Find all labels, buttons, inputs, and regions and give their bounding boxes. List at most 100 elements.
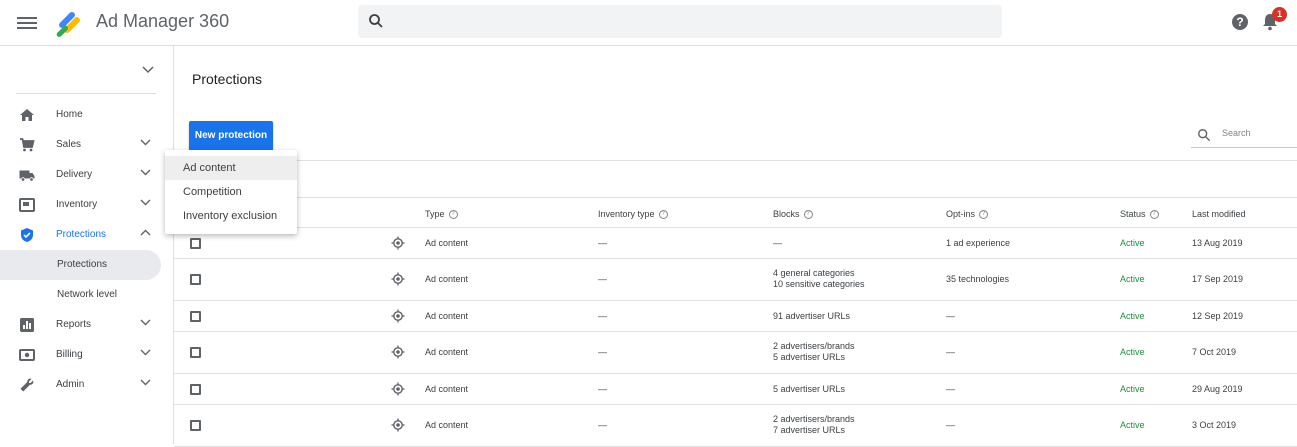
protections-table: Type? Inventory type? Blocks? Opt-ins? S… <box>174 197 1297 447</box>
help-icon[interactable]: ? <box>1232 14 1248 30</box>
target-icon <box>391 382 405 396</box>
sidebar-item-admin[interactable]: Admin <box>0 370 174 400</box>
sidebar-item-label: Admin <box>56 379 85 390</box>
status-cell: Active <box>1120 311 1145 321</box>
opt-ins-cell: — <box>946 420 955 430</box>
row-checkbox[interactable] <box>190 347 201 358</box>
target-icon <box>391 272 405 286</box>
row-checkbox[interactable] <box>190 420 201 431</box>
column-header-type[interactable]: Type? <box>425 209 458 219</box>
sidebar-item-label: Protections <box>56 229 107 240</box>
opt-ins-cell: 35 technologies <box>946 274 1010 284</box>
opt-ins-cell: — <box>946 384 955 394</box>
target-icon <box>391 236 405 250</box>
home-icon <box>20 109 34 121</box>
notification-badge: 1 <box>1272 7 1287 22</box>
help-icon[interactable]: ? <box>979 209 989 219</box>
blocks-line: 4 general categories <box>773 268 855 278</box>
table-row[interactable]: Ad content — 4 general categories 10 sensit… <box>174 259 1297 301</box>
sidebar-item-home[interactable]: Home <box>0 100 174 130</box>
blocks-line: 5 advertiser URLs <box>773 384 846 394</box>
last-modified-cell: 12 Sep 2019 <box>1192 311 1244 321</box>
sidebar-item-sales[interactable]: Sales <box>0 130 174 160</box>
column-header-opt-ins[interactable]: Opt-ins? <box>946 209 989 219</box>
status-cell: Active <box>1120 274 1145 284</box>
column-label: Blocks <box>773 209 800 219</box>
blocks-line: 10 sensitive categories <box>773 279 865 289</box>
blocks-cell: 91 advertiser URLs <box>773 311 850 322</box>
sidebar-item-label: Sales <box>56 139 82 150</box>
sidebar-item-protections[interactable]: Protections <box>0 220 174 250</box>
table-row[interactable]: Ad content — 2 advertisers/brands 7 adverti… <box>174 405 1297 447</box>
last-modified-cell: 29 Aug 2019 <box>1192 384 1243 394</box>
chevron-down-icon <box>140 349 151 356</box>
cart-icon <box>20 138 35 152</box>
row-checkbox[interactable] <box>190 384 201 395</box>
help-icon[interactable]: ? <box>658 209 668 219</box>
opt-ins-cell: 1 ad experience <box>946 238 1011 248</box>
sidebar-subitem-protections[interactable]: Protections <box>0 250 161 280</box>
sidebar-item-delivery[interactable]: Delivery <box>0 160 174 190</box>
new-protection-menu: Ad content Competition Inventory exclusi… <box>165 150 297 234</box>
menu-item-inventory-exclusion[interactable]: Inventory exclusion <box>165 204 297 228</box>
help-icon[interactable]: ? <box>803 209 813 219</box>
last-modified-cell: 3 Oct 2019 <box>1192 420 1237 430</box>
sidebar-nav: Home Sales Delivery Inventory Protection… <box>0 100 174 400</box>
menu-item-ad-content[interactable]: Ad content <box>165 156 297 180</box>
opt-ins-cell: — <box>946 311 955 321</box>
last-modified-cell: 17 Sep 2019 <box>1192 274 1244 284</box>
billing-icon <box>19 349 35 361</box>
sidebar-item-billing[interactable]: Billing <box>0 340 174 370</box>
table-row[interactable]: Ad content — 2 advertisers/brands 5 adverti… <box>174 332 1297 374</box>
row-checkbox[interactable] <box>190 311 201 322</box>
sidebar-item-inventory[interactable]: Inventory <box>0 190 174 220</box>
help-icon[interactable]: ? <box>1149 209 1159 219</box>
column-label: Inventory type <box>598 209 655 219</box>
network-selector[interactable] <box>16 56 156 94</box>
inventory-type-cell: — <box>598 238 607 248</box>
table-row[interactable]: Ad content — — 1 ad experience Active 13 Aug … <box>174 228 1297 259</box>
target-icon <box>391 345 405 359</box>
truck-icon <box>19 170 35 182</box>
blocks-cell: 4 general categories 10 sensitive categor… <box>773 268 865 290</box>
column-label: Status <box>1120 209 1146 219</box>
sidebar-item-reports[interactable]: Reports <box>0 310 174 340</box>
row-checkbox[interactable] <box>190 274 201 285</box>
help-icon[interactable]: ? <box>448 209 458 219</box>
sidebar-item-label: Billing <box>56 349 83 360</box>
table-row[interactable]: Ad content — 91 advertiser URLs — Active 12 S… <box>174 301 1297 332</box>
column-header-inventory-type[interactable]: Inventory type? <box>598 209 668 219</box>
sidebar-item-label: Delivery <box>56 169 93 180</box>
sidebar-subitem-network-level[interactable]: Network level <box>0 280 174 310</box>
blocks-cell: — <box>773 238 782 249</box>
sidebar-subitem-label: Protections <box>57 259 108 270</box>
blocks-line: — <box>773 238 782 248</box>
type-cell: Ad content <box>425 311 469 321</box>
table-search-input[interactable] <box>1222 128 1292 138</box>
search-icon <box>1198 129 1211 142</box>
status-cell: Active <box>1120 347 1145 357</box>
opt-ins-cell: — <box>946 347 955 357</box>
chevron-down-icon <box>140 199 151 206</box>
status-cell: Active <box>1120 238 1145 248</box>
menu-icon[interactable] <box>17 14 37 32</box>
type-cell: Ad content <box>425 238 469 248</box>
new-protection-button[interactable]: New protection <box>189 121 273 151</box>
table-search[interactable] <box>1191 122 1297 148</box>
menu-item-competition[interactable]: Competition <box>165 180 297 204</box>
table-row[interactable]: Ad content — 5 advertiser URLs — Active 29 Au… <box>174 374 1297 405</box>
inventory-type-cell: — <box>598 384 607 394</box>
target-icon <box>391 309 405 323</box>
row-checkbox[interactable] <box>190 238 201 249</box>
column-header-blocks[interactable]: Blocks? <box>773 209 813 219</box>
chevron-down-icon <box>140 319 151 326</box>
column-header-status[interactable]: Status? <box>1120 209 1159 219</box>
sidebar-subitem-label: Network level <box>57 289 118 300</box>
column-header-last-modified[interactable]: Last modified <box>1192 209 1246 219</box>
blocks-line: 7 advertiser URLs <box>773 425 846 435</box>
reports-icon <box>20 318 34 332</box>
global-search-bar[interactable] <box>358 5 1002 38</box>
blocks-cell: 5 advertiser URLs <box>773 384 845 395</box>
sidebar-item-label: Home <box>56 109 83 120</box>
type-cell: Ad content <box>425 384 469 394</box>
